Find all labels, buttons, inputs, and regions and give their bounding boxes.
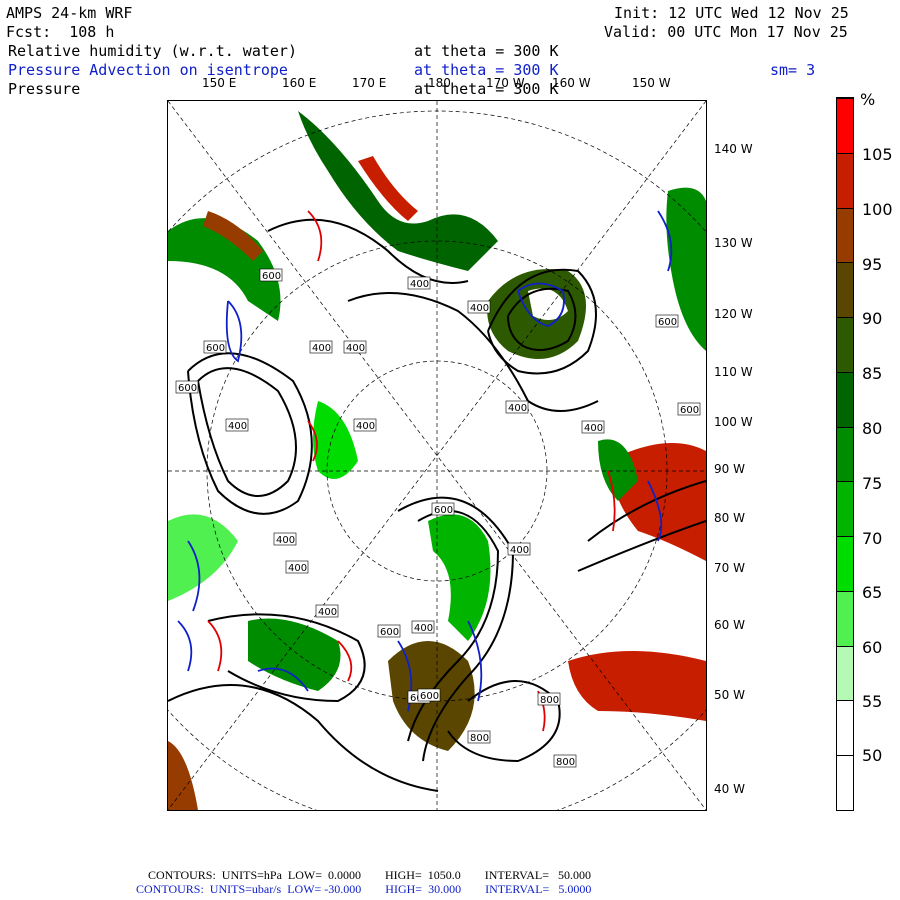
contour-label: 400	[510, 545, 529, 556]
contour-label: 400	[508, 403, 527, 414]
field-rh-level: at theta = 300 K	[414, 42, 559, 60]
colorbar-segment	[837, 536, 853, 591]
colorbar-segment	[837, 645, 853, 701]
lon-label-right: 130 W	[714, 236, 753, 250]
lon-label-right: 60 W	[714, 618, 745, 632]
rh-region	[168, 741, 198, 810]
rh-region	[298, 111, 498, 271]
colorbar-segment	[837, 207, 853, 263]
colorbar-label: 100	[862, 200, 893, 219]
lon-label-right: 40 W	[714, 782, 745, 796]
contour-label: 400	[312, 343, 331, 354]
colorbar-label: 85	[862, 364, 883, 383]
rh-region	[168, 514, 238, 601]
contour-label: 400	[228, 421, 247, 432]
rh-region	[568, 651, 706, 721]
rh-region	[313, 401, 358, 479]
colorbar-segment	[837, 317, 853, 372]
lon-label-right: 140 W	[714, 142, 753, 156]
colorbar-label: 65	[862, 583, 883, 602]
colorbar-segment	[837, 481, 853, 537]
contour-label: 400	[276, 535, 295, 546]
colorbar-unit: %	[860, 90, 876, 109]
colorbar-segment	[837, 755, 853, 810]
colorbar-label: 55	[862, 692, 883, 711]
forecast-hour: Fcst: 108 h	[6, 23, 115, 41]
smoothing-label: sm= 3	[770, 61, 816, 79]
lon-label: 150 E	[202, 76, 237, 90]
contour-label: 400	[584, 423, 603, 434]
field-padv-name: Pressure Advection on isentrope	[8, 61, 288, 79]
map-canvas: 600 600 600 600 400 400 400 400 400 400 …	[168, 101, 706, 810]
contour-label: 400	[346, 343, 365, 354]
colorbar-label: 60	[862, 638, 883, 657]
lon-label: 170 E	[352, 76, 387, 90]
contour-label: 600	[420, 691, 439, 702]
rh-region	[248, 618, 341, 691]
contour-label: 600	[206, 343, 225, 354]
contour-label: 600	[680, 405, 699, 416]
colorbar-label: 90	[862, 309, 883, 328]
lon-label: 160 E	[282, 76, 317, 90]
colorbar-label: 70	[862, 529, 883, 548]
colorbar-segment	[837, 371, 853, 427]
contour-label: 600	[178, 383, 197, 394]
colorbar-segment	[837, 262, 853, 318]
contour-label: 400	[356, 421, 375, 432]
colorbar-segment	[837, 426, 853, 482]
lon-label: 180	[428, 76, 451, 90]
contour-label: 400	[410, 279, 429, 290]
lon-label: 160 W	[552, 76, 591, 90]
colorbar-label: 75	[862, 474, 883, 493]
lon-label: 170 W	[486, 76, 525, 90]
field-rh-name: Relative humidity (w.r.t. water)	[8, 42, 297, 60]
colorbar-label: 50	[862, 746, 883, 765]
colorbar-segment	[837, 98, 853, 153]
colorbar-label: 105	[862, 145, 893, 164]
contour-label: 600	[262, 271, 281, 282]
init-time: Init: 12 UTC Wed 12 Nov 25	[614, 4, 849, 22]
contour-label: 600	[380, 627, 399, 638]
valid-time: Valid: 00 UTC Mon 17 Nov 25	[604, 23, 848, 41]
colorbar-segment	[837, 700, 853, 756]
contour-label: 400	[470, 303, 489, 314]
colorbar-label: 80	[862, 419, 883, 438]
lon-label-right: 80 W	[714, 511, 745, 525]
colorbar-label: 95	[862, 255, 883, 274]
map-panel: 600 600 600 600 400 400 400 400 400 400 …	[167, 100, 707, 811]
lon-label-right: 70 W	[714, 561, 745, 575]
contour-label: 400	[318, 607, 337, 618]
contour-label: 600	[434, 505, 453, 516]
contour-label: 800	[556, 757, 575, 768]
colorbar-segment	[837, 590, 853, 646]
lon-label-right: 100 W	[714, 415, 753, 429]
contour-label: 400	[288, 563, 307, 574]
contour-label: 600	[658, 317, 677, 328]
contour-label: 800	[540, 695, 559, 706]
lon-label-right: 90 W	[714, 462, 745, 476]
model-title: AMPS 24-km WRF	[6, 4, 133, 22]
lon-label-right: 110 W	[714, 365, 753, 379]
field-pres-name: Pressure	[8, 80, 81, 98]
contour-label: 400	[414, 623, 433, 634]
rh-region	[428, 514, 491, 641]
footer-contours-pressure: CONTOURS: UNITS=hPa LOW= 0.0000 HIGH= 10…	[148, 868, 591, 882]
lon-label: 150 W	[632, 76, 671, 90]
footer-contours-advection: CONTOURS: UNITS=ubar/s LOW= -30.000 HIGH…	[136, 882, 592, 896]
colorbar-segment	[837, 152, 853, 208]
lon-label-right: 50 W	[714, 688, 745, 702]
colorbar	[836, 97, 854, 811]
contour-label: 800	[470, 733, 489, 744]
lon-label-right: 120 W	[714, 307, 753, 321]
